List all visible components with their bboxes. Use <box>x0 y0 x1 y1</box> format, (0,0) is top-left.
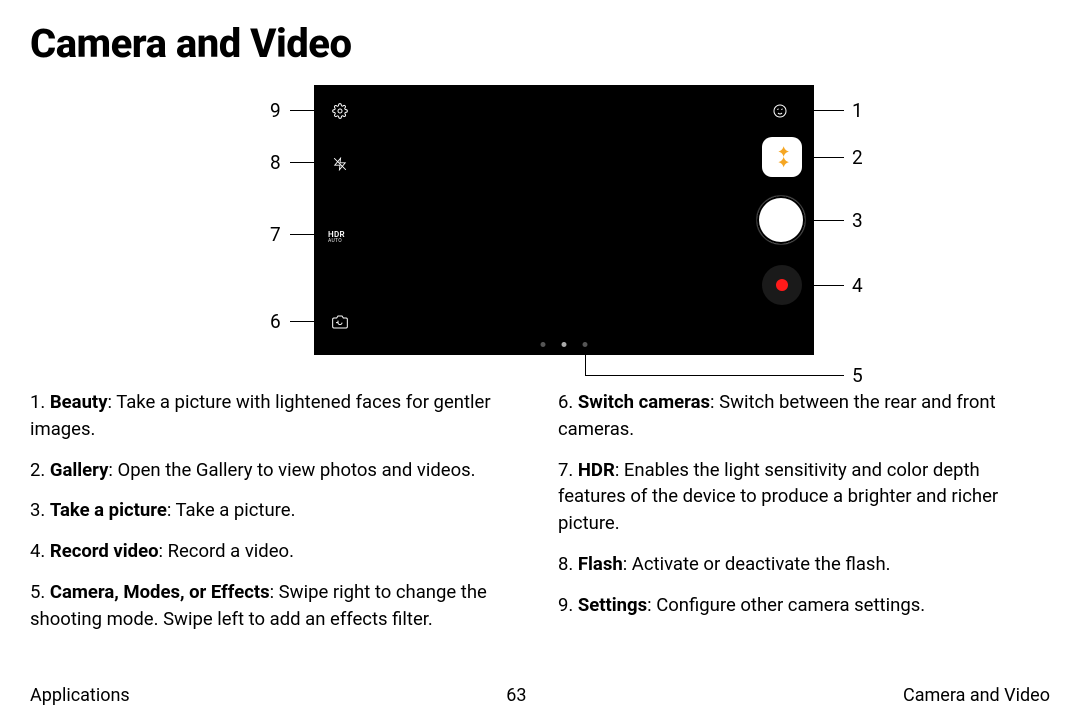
callout-9: 9 <box>270 99 281 122</box>
callout-1: 1 <box>852 99 863 122</box>
footer-page: 63 <box>506 685 526 706</box>
page-footer: Applications 63 Camera and Video <box>30 685 1050 706</box>
shutter-button[interactable] <box>756 195 806 245</box>
list-item: 3. Take a picture: Take a picture. <box>30 497 522 524</box>
mode-pager[interactable] <box>541 342 588 347</box>
list-item: 6. Switch cameras: Switch between the re… <box>558 389 1050 443</box>
record-dot-icon <box>776 279 788 291</box>
hdr-icon[interactable]: HDR AUTO <box>328 225 358 249</box>
left-column: 1. Beauty: Take a picture with lightened… <box>30 389 522 647</box>
gallery-button[interactable] <box>762 137 802 177</box>
flash-off-icon[interactable] <box>328 152 352 176</box>
footer-right: Camera and Video <box>903 685 1050 706</box>
callout-8: 8 <box>270 151 281 174</box>
record-button[interactable] <box>762 265 802 305</box>
page-title: Camera and Video <box>30 20 1050 67</box>
description-columns: 1. Beauty: Take a picture with lightened… <box>30 389 1050 647</box>
callout-6: 6 <box>270 310 281 333</box>
settings-icon[interactable] <box>328 99 352 123</box>
list-item: 5. Camera, Modes, or Effects: Swipe righ… <box>30 579 522 633</box>
camera-diagram: HDR AUTO 9 8 7 6 1 2 3 4 <box>30 85 1050 385</box>
list-item: 8. Flash: Activate or deactivate the fla… <box>558 551 1050 578</box>
list-item: 2. Gallery: Open the Gallery to view pho… <box>30 457 522 484</box>
switch-camera-icon[interactable] <box>328 310 352 334</box>
list-item: 7. HDR: Enables the light sensitivity an… <box>558 457 1050 537</box>
list-item: 1. Beauty: Take a picture with lightened… <box>30 389 522 443</box>
camera-preview: HDR AUTO <box>314 85 814 355</box>
beauty-icon[interactable] <box>768 99 792 123</box>
list-item: 4. Record video: Record a video. <box>30 538 522 565</box>
callout-5: 5 <box>852 364 863 387</box>
list-item: 9. Settings: Configure other camera sett… <box>558 592 1050 619</box>
callout-3: 3 <box>852 209 863 232</box>
callout-2: 2 <box>852 146 863 169</box>
hdr-sub: AUTO <box>328 239 342 244</box>
callout-4: 4 <box>852 274 863 297</box>
callout-7: 7 <box>270 223 281 246</box>
right-column: 6. Switch cameras: Switch between the re… <box>558 389 1050 647</box>
footer-left: Applications <box>30 685 130 706</box>
